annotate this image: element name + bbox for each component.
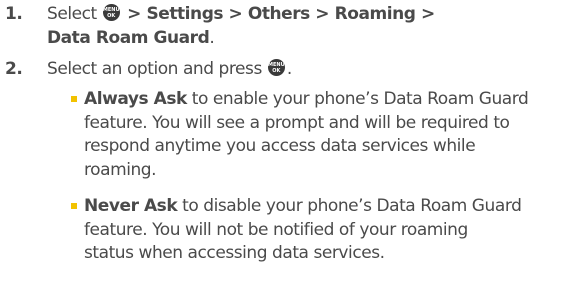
step-2-text: Select an option and press MENU OK. [47, 59, 292, 79]
menu-ok-key-icon: MENU OK [267, 59, 285, 76]
bullet-icon [71, 203, 77, 209]
settings-path: > Settings > Others > Roaming > [121, 4, 435, 24]
data-roam-guard-path: Data Roam Guard [47, 27, 210, 48]
step-number: 1. [5, 4, 23, 24]
step-1-prefix: Select [47, 4, 97, 24]
instruction-page: 1. Select MENU OK > Settings > Others > R… [0, 0, 581, 301]
bullet-icon [71, 96, 77, 102]
option-always-ask: Always Ask to enable your phone’s Data R… [71, 88, 576, 184]
menu-ok-key-icon: MENU OK [102, 4, 120, 21]
step-number: 2. [5, 59, 23, 79]
option-never-ask: Never Ask to disable your phone’s Data R… [71, 195, 576, 267]
step-1: 1. Select MENU OK > Settings > Others > R… [5, 3, 565, 51]
step-2: 2. Select an option and press MENU OK. [5, 58, 565, 82]
option-title: Always Ask [84, 89, 187, 109]
step-1-text: Select MENU OK > Settings > Others > Roam… [47, 4, 435, 48]
option-title: Never Ask [84, 196, 178, 216]
